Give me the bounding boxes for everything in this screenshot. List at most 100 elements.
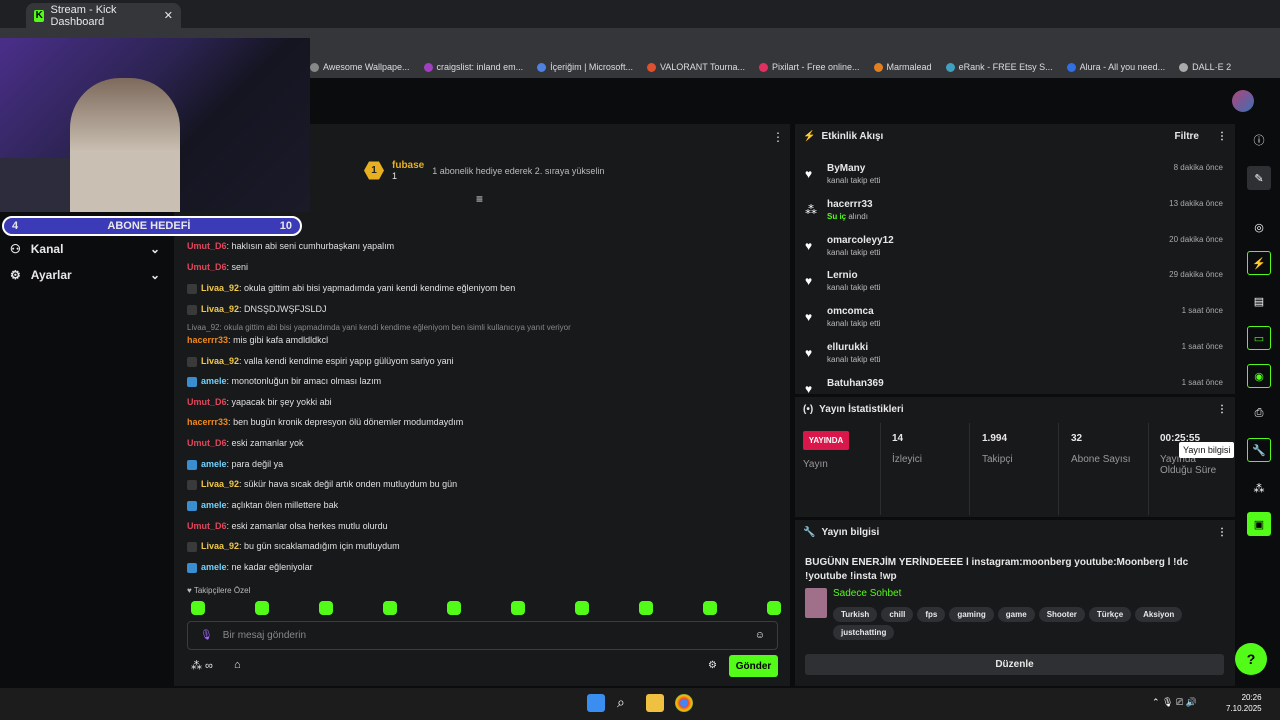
pencil-icon[interactable]: ✎	[1247, 166, 1271, 190]
chat-username[interactable]: Umut_D6	[187, 397, 227, 407]
tag-chip[interactable]: Shooter	[1038, 607, 1085, 622]
chat-message[interactable]: Umut_D6: eski zamanlar olsa herkes mutlu…	[187, 521, 388, 531]
chrome-icon[interactable]	[675, 694, 693, 712]
lightning-icon[interactable]: ⚡	[1247, 251, 1271, 275]
chat-message[interactable]: Livaa_92: bu gün sıcaklamadığım için mut…	[187, 541, 400, 552]
tag-chip[interactable]: Turkish	[833, 607, 878, 622]
emote-icon[interactable]	[383, 601, 397, 615]
chat-username[interactable]: Umut_D6	[187, 438, 227, 448]
edit-button[interactable]: Düzenle	[805, 654, 1224, 675]
chat-message[interactable]: Livaa_92: sükür hava sıcak değil artık o…	[187, 479, 457, 490]
chat-message[interactable]: amele: monotonluğun bir amacı olması laz…	[187, 376, 381, 387]
wrench-icon[interactable]: 🔧	[1247, 438, 1271, 462]
tag-chip[interactable]: fps	[917, 607, 946, 622]
chat-message[interactable]: hacerrr33: ben bugün kronik depresyon öl…	[187, 417, 463, 427]
category-name[interactable]: Sadece Sohbet	[833, 588, 901, 599]
activity-item[interactable]: ♥ ellurukki kanalı takip etti 1 saat önce	[805, 340, 1225, 374]
bookmark-item[interactable]: Awesome Wallpape...	[310, 62, 410, 72]
activity-item[interactable]: ♥ omarcoleyy12 kanalı takip etti 20 dakika …	[805, 233, 1225, 267]
search-icon[interactable]: ⌕	[617, 694, 635, 712]
chat-message[interactable]: amele: ne kadar eğleniyolar	[187, 562, 313, 573]
activity-item[interactable]: ♥ ByMany kanalı takip etti 8 dakika önce	[805, 161, 1225, 195]
stats-menu-icon[interactable]: ⋮	[1217, 404, 1227, 415]
chat-menu-icon[interactable]: ⋮	[772, 130, 784, 144]
points-icon[interactable]: ⁂ ∞	[191, 659, 213, 672]
emote-icon[interactable]	[255, 601, 269, 615]
chat-username[interactable]: amele	[201, 500, 227, 510]
bookmark-item[interactable]: İçeriğim | Microsoft...	[537, 62, 633, 72]
sidebar-game-icon[interactable]: ▣	[1247, 512, 1271, 536]
store-icon[interactable]: ⌂	[234, 659, 241, 671]
emote-icon[interactable]	[447, 601, 461, 615]
emote-icon[interactable]	[319, 601, 333, 615]
bookmark-item[interactable]: craigslist: inland em...	[423, 62, 523, 72]
sidebar-item-kanal[interactable]: ⚇ Kanal ⌄	[10, 242, 160, 256]
filter-button[interactable]: Filtre	[1175, 131, 1199, 142]
tag-chip[interactable]: chill	[881, 607, 914, 622]
close-tab-icon[interactable]: ✕	[164, 9, 173, 22]
settings-icon[interactable]: ⚙	[708, 660, 717, 671]
bookmark-item[interactable]: DALL·E 2	[1179, 62, 1231, 72]
emote-icon[interactable]	[767, 601, 781, 615]
activity-item[interactable]: ♥ omcomca kanalı takip etti 1 saat önce	[805, 304, 1225, 338]
broadcast-icon[interactable]: ◉	[1247, 364, 1271, 388]
activity-item[interactable]: ⁂ hacerrr33 Su iç alındı 13 dakika önce	[805, 197, 1225, 231]
windows-start-icon[interactable]	[587, 694, 605, 712]
emoji-icon[interactable]: ☺	[755, 630, 765, 641]
bookmark-item[interactable]: Alura - All you need...	[1066, 62, 1165, 72]
chat-username[interactable]: Umut_D6	[187, 521, 227, 531]
chat-message[interactable]: Umut_D6: eski zamanlar yok	[187, 438, 304, 448]
bookmark-item[interactable]: Marmalead	[873, 62, 932, 72]
sidebar-item-ayarlar[interactable]: ⚙ Ayarlar ⌄	[10, 268, 160, 282]
chat-username[interactable]: hacerrr33	[187, 417, 228, 427]
chat-message[interactable]: Umut_D6: seni	[187, 262, 248, 272]
activity-item[interactable]: ♥ Lernio kanalı takip etti 29 dakika önce	[805, 268, 1225, 302]
scroll-to-bottom-icon[interactable]: ≡	[476, 192, 483, 206]
avatar[interactable]	[1232, 90, 1254, 112]
mic-icon[interactable]: 🎙	[200, 630, 213, 641]
printer-icon[interactable]: ⎙	[1247, 401, 1271, 425]
activity-menu-icon[interactable]: ⋮	[1217, 131, 1227, 142]
tag-chip[interactable]: game	[997, 607, 1035, 622]
emote-icon[interactable]	[511, 601, 525, 615]
send-button[interactable]: Gönder	[729, 655, 778, 677]
document-icon[interactable]: ▤	[1247, 289, 1271, 313]
chat-message[interactable]: Livaa_92: okula gittim abi bisi yapmadım…	[187, 283, 515, 294]
chat-username[interactable]: Livaa_92	[201, 479, 239, 489]
browser-tab[interactable]: K Stream - Kick Dashboard ✕	[26, 3, 181, 28]
emote-icon[interactable]	[703, 601, 717, 615]
chat-username[interactable]: Livaa_92	[201, 304, 239, 314]
emote-icon[interactable]	[575, 601, 589, 615]
chat-username[interactable]: Livaa_92	[201, 541, 239, 551]
bookmark-item[interactable]: Pixilart - Free online...	[759, 62, 860, 72]
camera-icon[interactable]: ◎	[1247, 215, 1271, 239]
chat-message[interactable]: Umut_D6: haklısın abi seni cumhurbaşkanı…	[187, 241, 394, 251]
emote-icon[interactable]	[191, 601, 205, 615]
points-icon[interactable]: ⁂	[1247, 476, 1271, 500]
bookmark-item[interactable]: VALORANT Tourna...	[646, 62, 745, 72]
bookmark-item[interactable]: eRank - FREE Etsy S...	[945, 62, 1053, 72]
chat-username[interactable]: Umut_D6	[187, 262, 227, 272]
chat-input[interactable]: 🎙 Bir mesaj gönderin ☺	[187, 621, 778, 650]
folder-icon[interactable]	[646, 694, 664, 712]
chat-message[interactable]: Livaa_92: DNSŞDJWŞFJSLDJ	[187, 304, 327, 315]
chat-icon[interactable]: ▭	[1247, 326, 1271, 350]
chat-username[interactable]: Livaa_92	[201, 283, 239, 293]
info-icon[interactable]: ⓘ	[1247, 128, 1271, 152]
emote-icon[interactable]	[639, 601, 653, 615]
tag-chip[interactable]: gaming	[949, 607, 994, 622]
chat-username[interactable]: hacerrr33	[187, 335, 228, 345]
chat-username[interactable]: amele	[201, 562, 227, 572]
chat-message[interactable]: hacerrr33: mis gibi kafa amdldldkcl	[187, 335, 328, 345]
tag-chip[interactable]: Türkçe	[1088, 607, 1132, 622]
tag-chip[interactable]: justchatting	[833, 625, 895, 640]
info-menu-icon[interactable]: ⋮	[1217, 527, 1227, 538]
chat-username[interactable]: Livaa_92	[201, 356, 239, 366]
chat-username[interactable]: amele	[201, 459, 227, 469]
chat-message[interactable]: amele: açlıktan ölen millettere bak	[187, 500, 338, 511]
chat-username[interactable]: amele	[201, 376, 227, 386]
chat-message[interactable]: amele: para değil ya	[187, 459, 283, 470]
chat-message[interactable]: Umut_D6: yapacak bir şey yokki abi	[187, 397, 332, 407]
system-tray-icons[interactable]: ⌃ 🎙 ⎚ 🔊	[1152, 697, 1197, 708]
tag-chip[interactable]: Aksiyon	[1135, 607, 1183, 622]
